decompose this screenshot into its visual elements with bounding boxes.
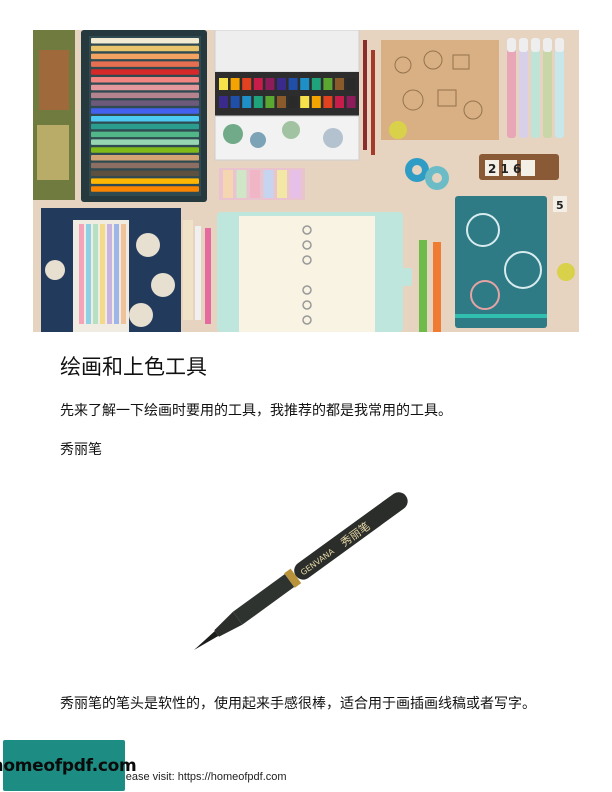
brush-pen-illustration: GENVANA 秀丽笔: [193, 492, 408, 650]
watercolor-palette: [214, 30, 360, 161]
white-pen: [195, 226, 201, 320]
hero-illustration: 2 1 6 5: [33, 30, 579, 332]
paint-brush: [363, 40, 367, 150]
wooden-calendar: 2 1 6: [479, 154, 559, 180]
brush-pen-image: GENVANA 秀丽笔: [174, 470, 434, 670]
pen-description: 秀丽笔的笔头是软性的，使用起来手感很棒，适合用于画插画线稿或者写字。: [60, 696, 536, 712]
toy-figure: [389, 121, 407, 139]
intro-paragraph: 先来了解一下绘画时要用的工具，我推荐的都是我常用的工具。: [60, 403, 452, 419]
paint-brush: [371, 50, 375, 155]
mint-planner: [217, 212, 412, 332]
pink-pen: [205, 228, 211, 324]
orange-pen: [433, 242, 441, 332]
ruler: [183, 220, 193, 320]
section-heading: 绘画和上色工具: [60, 355, 207, 379]
calendar-digits: 2 1 6: [488, 162, 521, 176]
floral-notebook: [455, 196, 547, 328]
cactus-pen: [419, 240, 427, 332]
badge-label: homeofpdf.com: [0, 755, 137, 776]
markers: [507, 38, 564, 138]
toy-figure: [557, 263, 575, 281]
art-supplies-hero-image: 2 1 6 5: [33, 30, 579, 332]
homeofpdf-badge[interactable]: homeofpdf.com: [0, 740, 137, 791]
pen-name-label: 秀丽笔: [60, 442, 102, 458]
svg-text:5: 5: [556, 199, 564, 212]
